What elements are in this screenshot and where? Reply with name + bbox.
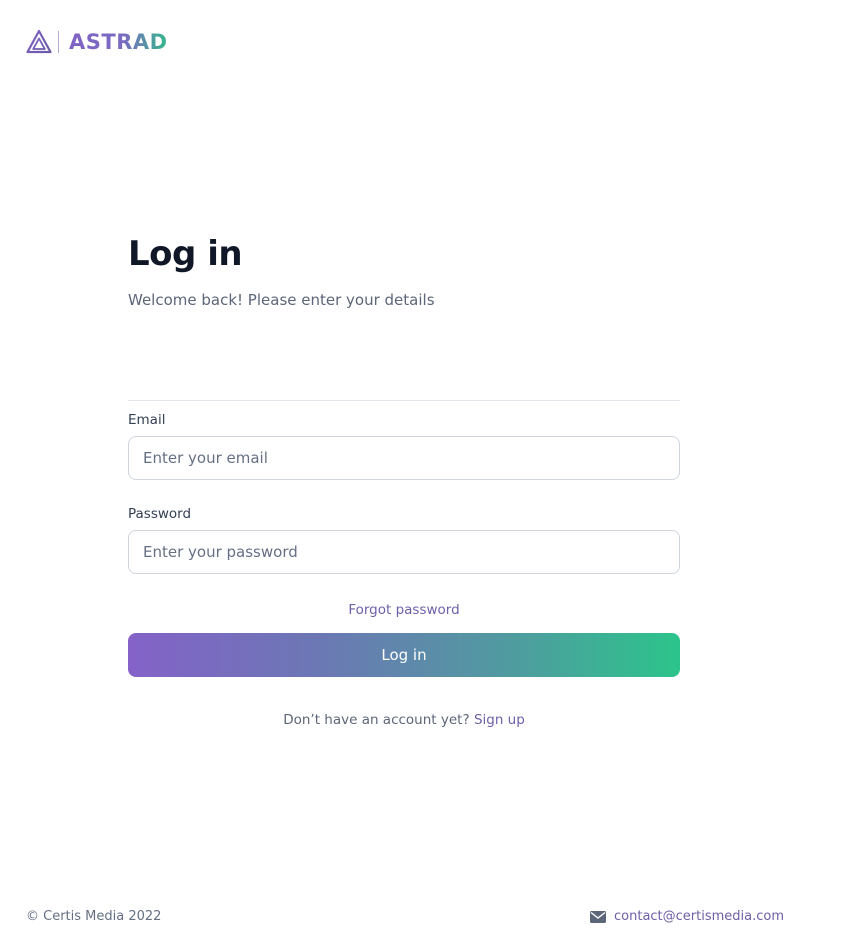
page-title: Log in [128, 234, 243, 274]
brand-wordmark: ASTRAD [69, 30, 168, 54]
signup-link[interactable]: Sign up [474, 712, 525, 728]
signup-row: Don’t have an account yet? Sign up [128, 710, 680, 730]
password-field[interactable] [128, 530, 680, 574]
password-label: Password [128, 506, 192, 522]
forgot-password-link[interactable]: Forgot password [348, 602, 459, 618]
email-field[interactable] [128, 436, 680, 480]
logo-divider [58, 31, 59, 53]
login-form: Log in Welcome back! Please enter your d… [128, 232, 680, 730]
page-subtitle: Welcome back! Please enter your details [128, 291, 435, 309]
signup-prompt: Don’t have an account yet? [283, 712, 470, 728]
triangle-logo-icon [26, 29, 52, 54]
form-divider [128, 400, 680, 401]
brand-logo: ASTRAD [26, 28, 168, 56]
login-button[interactable]: Log in [128, 633, 680, 677]
forgot-password-row: Forgot password [128, 599, 680, 619]
contact-info: contact@certismedia.com [590, 907, 784, 927]
contact-email-link[interactable]: contact@certismedia.com [614, 907, 784, 927]
mail-icon [590, 911, 606, 923]
copyright-text: © Certis Media 2022 [26, 909, 162, 924]
email-label: Email [128, 412, 166, 428]
